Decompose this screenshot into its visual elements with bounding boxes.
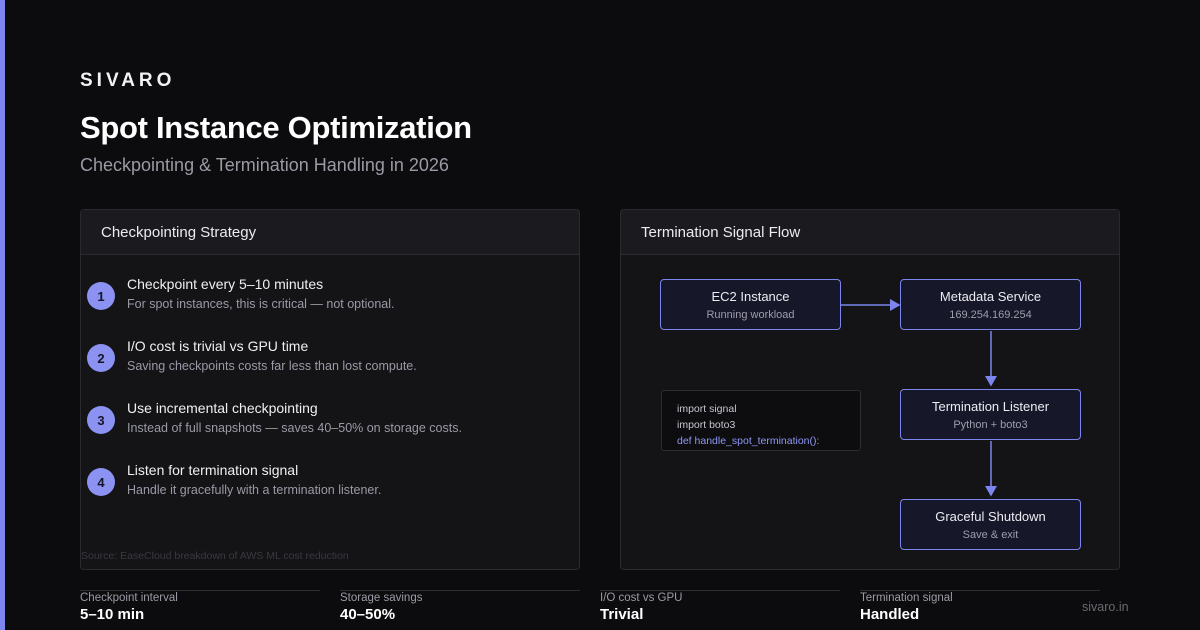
stat-label: Termination signal	[860, 592, 953, 604]
step-number-badge: 2	[87, 344, 115, 372]
node-termination-listener: Termination Listener Python + boto3	[900, 389, 1081, 440]
step-title: Listen for termination signal	[127, 462, 299, 478]
code-snippet: import signal import boto3 def handle_sp…	[661, 390, 861, 451]
step-number-badge: 4	[87, 468, 115, 496]
step-description: Saving checkpoints costs far less than l…	[127, 359, 417, 373]
node-title: EC2 Instance	[711, 289, 790, 304]
node-metadata-service: Metadata Service 169.254.169.254	[900, 279, 1081, 330]
node-title: Termination Listener	[931, 399, 1050, 414]
stat-value: Trivial	[600, 606, 644, 623]
termination-flow-panel: Termination Signal Flow EC2 Instance Run…	[620, 209, 1120, 570]
node-subtitle: 169.254.169.254	[949, 309, 1032, 321]
page-subtitle: Checkpointing & Termination Handling in …	[80, 155, 449, 175]
code-line: def handle_spot_termination():	[677, 435, 820, 447]
step-title: Checkpoint every 5–10 minutes	[127, 276, 324, 292]
stat-storage-savings: Storage savings 40–50%	[340, 590, 580, 623]
step-description: Handle it gracefully with a termination …	[127, 483, 382, 497]
node-subtitle: Python + boto3	[953, 419, 1028, 431]
checkpointing-panel: Checkpointing Strategy 1 Checkpoint ever…	[80, 209, 580, 570]
panel-heading: Termination Signal Flow	[621, 210, 1119, 255]
node-ec2-instance: EC2 Instance Running workload	[660, 279, 841, 330]
stat-label: Storage savings	[340, 592, 423, 604]
node-title: Metadata Service	[939, 289, 1042, 304]
node-graceful-shutdown: Graceful Shutdown Save & exit	[900, 499, 1081, 550]
brand-logo: SIVARO	[80, 70, 176, 91]
stat-value: 5–10 min	[80, 606, 145, 623]
source-note: Source: EaseCloud breakdown of AWS ML co…	[81, 550, 349, 562]
node-subtitle: Save & exit	[962, 529, 1019, 541]
page-title: Spot Instance Optimization	[80, 110, 472, 145]
step-number-badge: 1	[87, 282, 115, 310]
accent-bar	[0, 0, 5, 630]
code-line: import boto3	[677, 419, 736, 431]
node-subtitle: Running workload	[706, 309, 795, 321]
node-title: Graceful Shutdown	[935, 509, 1046, 524]
stat-value: Handled	[860, 606, 920, 623]
step-item: 4 Listen for termination signal Handle i…	[87, 462, 567, 512]
stat-termination-signal: Termination signal Handled	[860, 590, 1100, 623]
footer-url: sivaro.in	[1082, 600, 1129, 614]
step-item: 2 I/O cost is trivial vs GPU time Saving…	[87, 338, 567, 388]
code-line: import signal	[677, 403, 737, 415]
step-title: Use incremental checkpointing	[127, 400, 318, 416]
step-title: I/O cost is trivial vs GPU time	[127, 338, 309, 354]
panel-heading: Checkpointing Strategy	[81, 210, 579, 255]
stat-label: Checkpoint interval	[80, 592, 178, 604]
stat-value: 40–50%	[340, 606, 396, 623]
step-number-badge: 3	[87, 406, 115, 434]
step-description: Instead of full snapshots — saves 40–50%…	[127, 421, 462, 435]
step-description: For spot instances, this is critical — n…	[127, 297, 395, 311]
step-item: 3 Use incremental checkpointing Instead …	[87, 400, 567, 450]
stat-checkpoint-interval: Checkpoint interval 5–10 min	[80, 590, 320, 623]
stat-io-cost: I/O cost vs GPU Trivial	[600, 590, 840, 623]
stat-label: I/O cost vs GPU	[600, 592, 683, 604]
step-item: 1 Checkpoint every 5–10 minutes For spot…	[87, 276, 567, 326]
